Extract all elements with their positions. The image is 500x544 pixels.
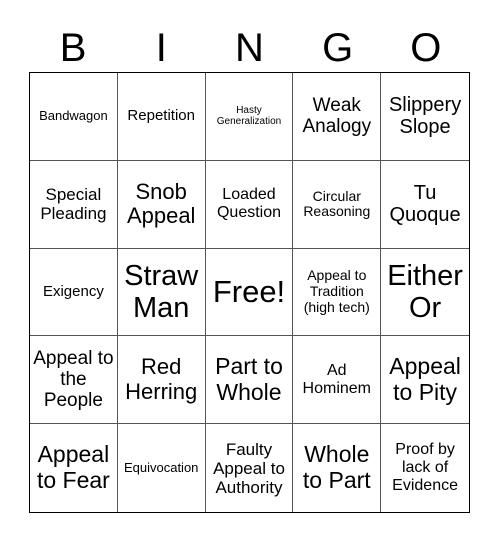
free-space[interactable]: Free! [205,248,294,337]
bingo-cell[interactable]: Slippery Slope [381,73,469,161]
bingo-cell[interactable]: Part to Whole [205,336,294,425]
bingo-cell[interactable]: Either Or [381,249,469,337]
header-letter-b: B [59,26,87,70]
bingo-cell[interactable]: Tu Quoque [381,161,469,249]
bingo-cell[interactable]: Appeal to Tradition (high tech) [293,248,382,337]
bingo-cell[interactable]: Hasty Generalization [205,73,294,161]
header-letter-o: O [410,26,442,70]
bingo-cell[interactable]: Appeal to Pity [381,336,469,425]
bingo-cell[interactable]: Snob Appeal [117,160,206,249]
bingo-cell[interactable]: Circular Reasoning [293,160,382,249]
bingo-cell[interactable]: Red Herring [117,336,206,425]
bingo-cell[interactable]: Appeal to the People [30,336,118,425]
header-letter-g: G [322,26,354,70]
bingo-cell[interactable]: Whole to Part [293,424,382,512]
bingo-board: Bandwagon Repetition Hasty Generalizatio… [29,72,470,513]
bingo-cell[interactable]: Faulty Appeal to Authority [206,424,294,512]
header-letter-n: N [235,26,264,70]
bingo-cell[interactable]: Special Pleading [30,160,118,249]
bingo-cell[interactable]: Ad Hominem [293,336,382,425]
bingo-cell[interactable]: Exigency [30,248,118,337]
bingo-cell[interactable]: Straw Man [117,248,206,337]
bingo-cell[interactable]: Appeal to Fear [30,424,118,512]
bingo-cell[interactable]: Repetition [117,73,206,161]
bingo-cell[interactable]: Loaded Question [205,160,294,249]
bingo-cell[interactable]: Equivocation [118,424,206,512]
bingo-cell[interactable]: Proof by lack of Evidence [381,424,469,512]
bingo-cell[interactable]: Bandwagon [30,73,118,161]
header-letter-i: I [155,26,167,70]
bingo-header: B I N G O [29,22,470,72]
bingo-cell[interactable]: Weak Analogy [293,73,382,161]
